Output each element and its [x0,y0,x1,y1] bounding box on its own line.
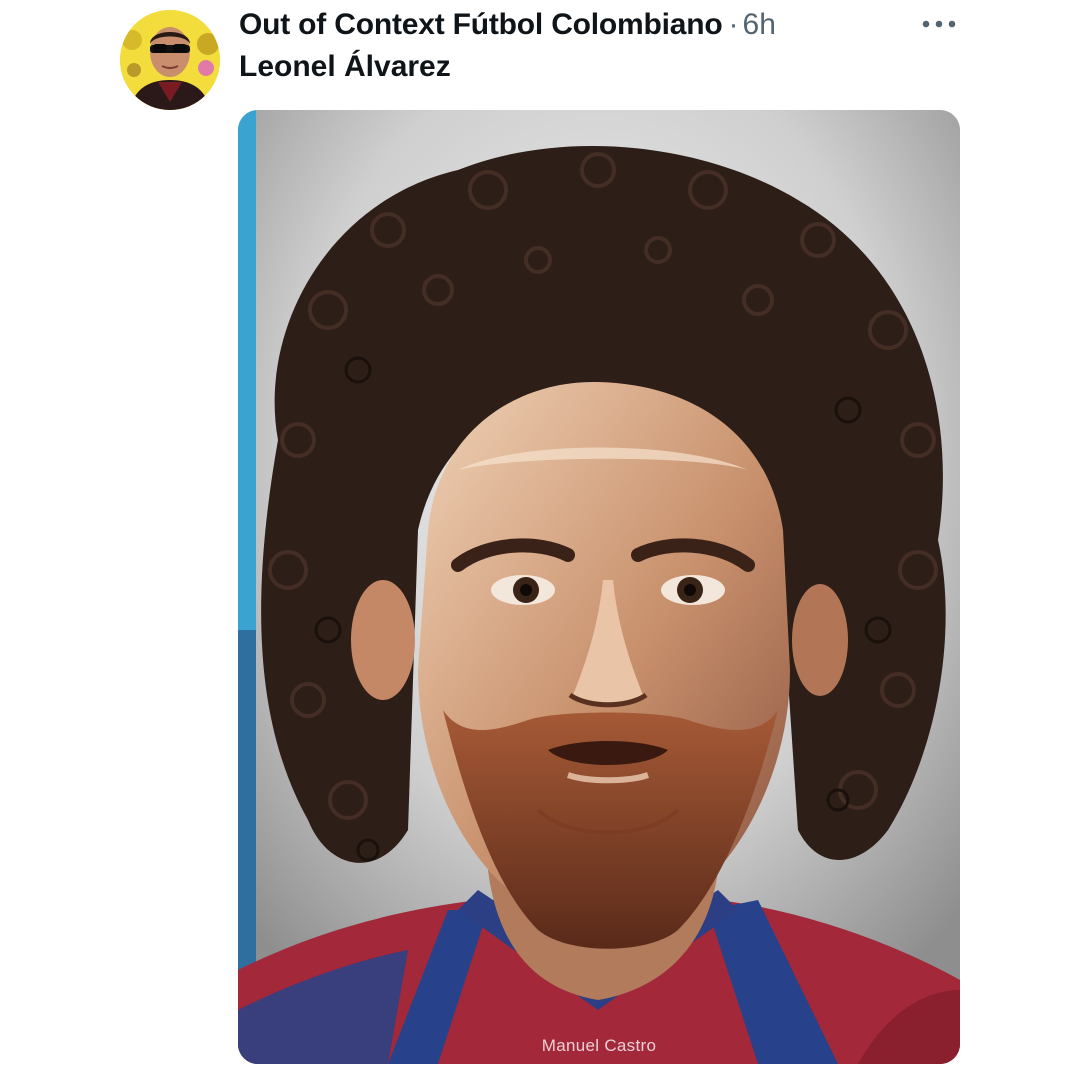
tweet[interactable]: Out of Context Fútbol Colombiano · 6h Le… [0,0,1080,1080]
artist-signature: Manuel Castro [541,1036,657,1055]
tweet-media-image[interactable]: Manuel Castro [238,110,960,1064]
avatar-image [120,10,220,110]
more-horizontal-icon [922,20,956,28]
portrait-illustration [238,110,960,1064]
more-options-button[interactable] [916,6,962,42]
tweet-header: Out of Context Fútbol Colombiano · 6h [239,4,776,46]
header-separator: · [728,8,739,41]
author-display-name[interactable]: Out of Context Fútbol Colombiano [239,8,723,42]
tweet-timestamp[interactable]: 6h [743,8,776,42]
tweet-text: Leonel Álvarez [239,50,451,83]
author-avatar[interactable] [120,10,220,110]
